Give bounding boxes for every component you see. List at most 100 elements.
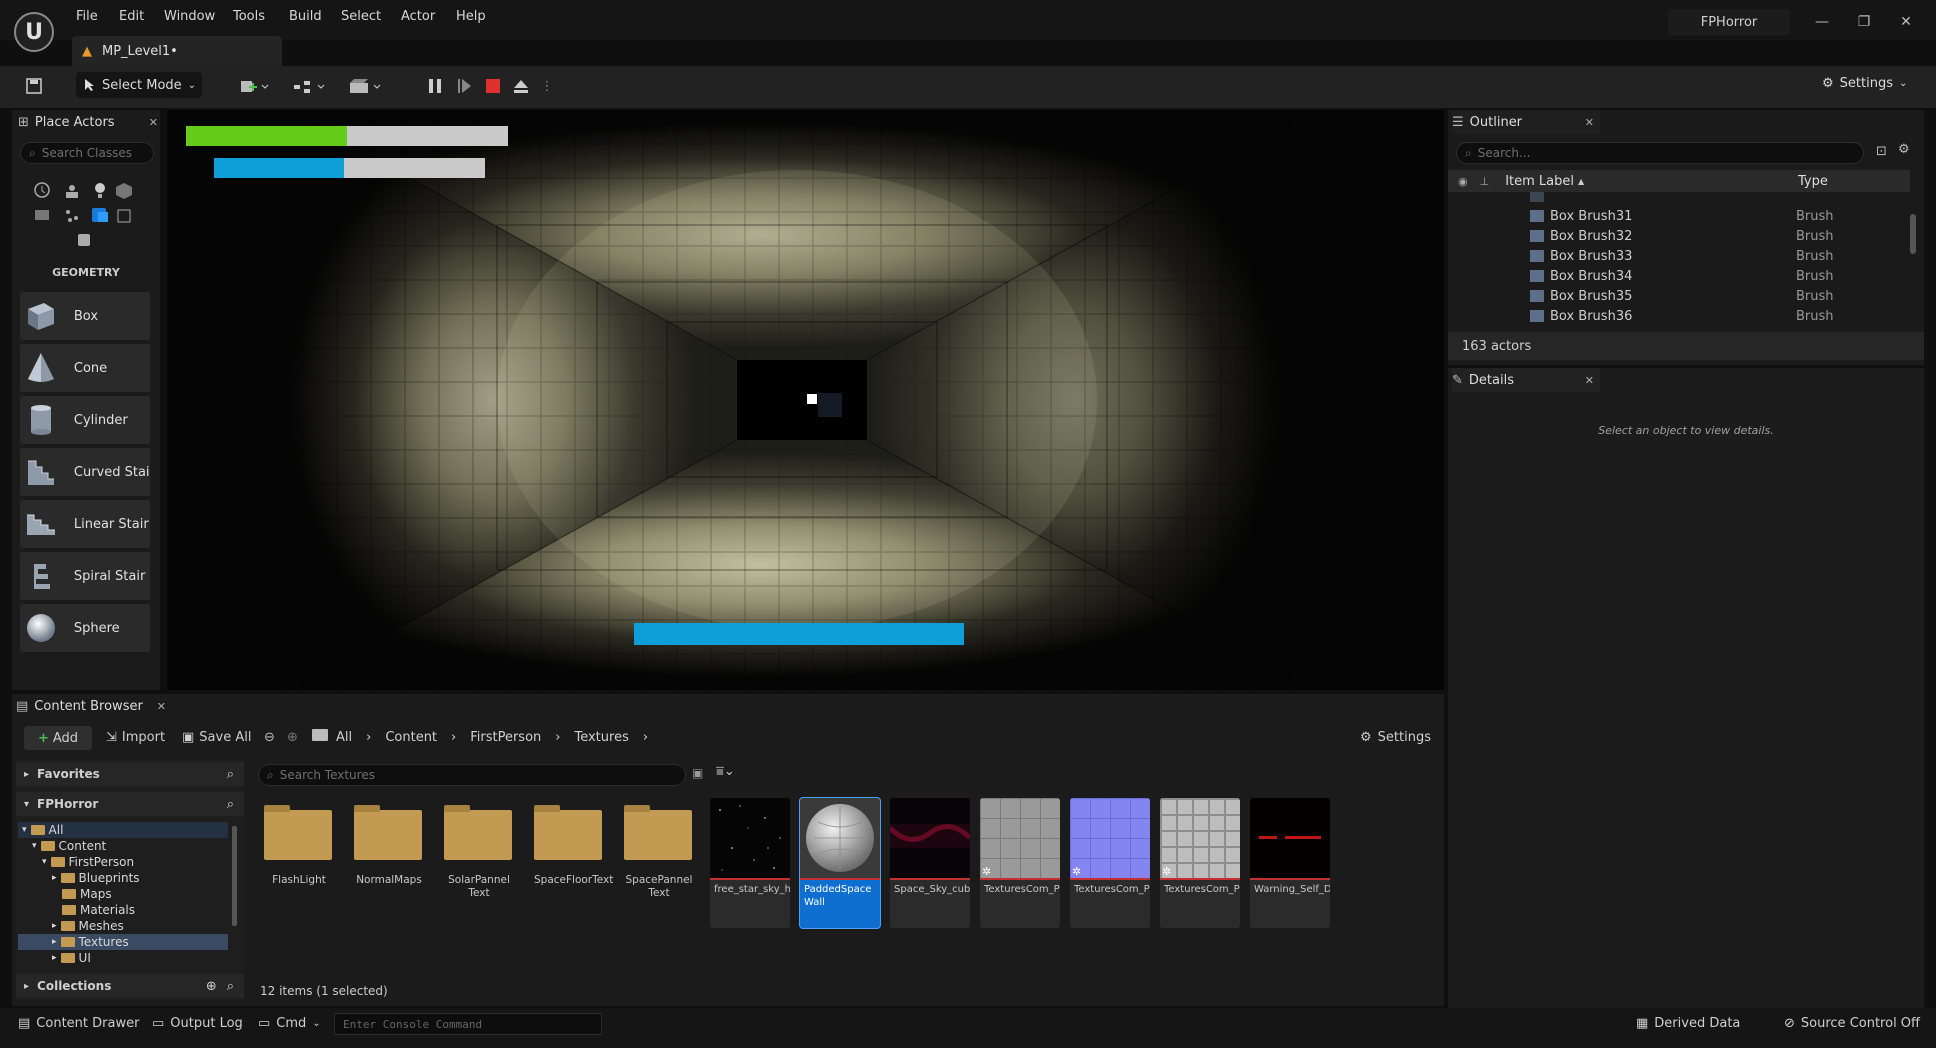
menu-select[interactable]: Select bbox=[341, 9, 381, 31]
table-row[interactable]: Box Brush35 Brush bbox=[1448, 286, 1908, 306]
tree-firstperson[interactable]: ▾ FirstPerson bbox=[18, 854, 228, 870]
table-row[interactable]: Box Brush31 Brush bbox=[1448, 206, 1908, 226]
menu-file[interactable]: File bbox=[76, 9, 98, 31]
folder-item[interactable]: NormalMaps bbox=[354, 805, 424, 887]
col-item-label[interactable]: Item Label bbox=[1505, 174, 1574, 189]
breadcrumb-content[interactable]: Content bbox=[385, 730, 437, 745]
details-tab[interactable]: ✎ Details ✕ bbox=[1452, 368, 1600, 392]
menu-edit[interactable]: Edit bbox=[119, 9, 144, 31]
actor-box[interactable]: Box bbox=[20, 292, 150, 340]
asset-tile[interactable]: ✲ TexturesCom_Plastic_Padded_1K_normal bbox=[1070, 798, 1150, 928]
content-browser-tab[interactable]: ▤ Content Browser ✕ bbox=[16, 694, 166, 718]
menu-window[interactable]: Window bbox=[164, 9, 215, 31]
add-folder-icon[interactable]: ⊡ bbox=[1876, 144, 1887, 159]
source-control-button[interactable]: ⊘ Source Control Off bbox=[1784, 1016, 1920, 1031]
stop-icon[interactable] bbox=[480, 72, 506, 100]
breadcrumb-textures[interactable]: Textures bbox=[574, 730, 628, 745]
tree-blueprints[interactable]: ▸ Blueprints bbox=[18, 870, 228, 886]
select-mode-dropdown[interactable]: Select Mode ⌄ bbox=[76, 72, 202, 98]
step-frame-icon[interactable] bbox=[452, 72, 478, 100]
table-row[interactable]: Box Brush34 Brush bbox=[1448, 266, 1908, 286]
cinematics-icon[interactable] bbox=[346, 72, 386, 100]
add-button[interactable]: + Add bbox=[24, 726, 92, 750]
close-icon[interactable]: ✕ bbox=[149, 116, 158, 129]
save-icon[interactable] bbox=[22, 72, 46, 100]
pin-icon[interactable]: ⊥ bbox=[1480, 175, 1490, 188]
tree-content[interactable]: ▾ Content bbox=[18, 838, 228, 854]
folder-item[interactable]: FlashLight bbox=[264, 805, 334, 887]
more-options-icon[interactable]: ⋮ bbox=[540, 72, 554, 100]
tree-ui[interactable]: ▸ UI bbox=[18, 950, 228, 966]
place-actors-tab[interactable]: ⊞ Place Actors ✕ bbox=[18, 110, 158, 134]
folder-item[interactable]: SolarPannel Text bbox=[444, 805, 514, 900]
menu-help[interactable]: Help bbox=[456, 9, 486, 31]
menu-build[interactable]: Build bbox=[289, 9, 322, 31]
forward-icon[interactable]: ⊕ bbox=[287, 730, 298, 745]
derived-data-button[interactable]: ▦ Derived Data bbox=[1636, 1016, 1740, 1031]
asset-tile[interactable]: ✲ TexturesCom_Plastic_Padded_1K_... bbox=[1160, 798, 1240, 928]
close-icon[interactable]: ✕ bbox=[157, 700, 166, 713]
visibility-icon[interactable]: ◉ bbox=[1458, 175, 1468, 188]
tree-materials[interactable]: Materials bbox=[18, 902, 228, 918]
output-log-button[interactable]: ▭ Output Log bbox=[152, 1016, 243, 1031]
search-textures-input[interactable]: ⌕ Search Textures bbox=[258, 764, 686, 786]
eject-icon[interactable] bbox=[508, 72, 534, 100]
console-input[interactable]: Enter Console Command bbox=[334, 1013, 602, 1035]
cmd-dropdown[interactable]: ▭ Cmd ⌄ bbox=[258, 1016, 321, 1031]
search-classes-input[interactable]: ⌕ Search Classes bbox=[20, 142, 154, 164]
restore-button[interactable]: ❐ bbox=[1850, 10, 1878, 34]
minimize-button[interactable]: — bbox=[1808, 10, 1836, 34]
toolbar-settings-button[interactable]: ⚙ Settings ⌄ bbox=[1822, 76, 1907, 91]
outliner-tab[interactable]: ☰ Outliner ✕ bbox=[1452, 110, 1600, 134]
table-row[interactable]: Box Brush36 Brush bbox=[1448, 306, 1908, 326]
tree-all[interactable]: ▾ All bbox=[18, 822, 228, 838]
table-row[interactable]: Box Brush32 Brush bbox=[1448, 226, 1908, 246]
content-drawer-button[interactable]: ▤ Content Drawer bbox=[18, 1016, 139, 1031]
table-row[interactable]: Box Brush33 Brush bbox=[1448, 246, 1908, 266]
actor-cone[interactable]: Cone bbox=[20, 344, 150, 392]
close-button[interactable]: ✕ bbox=[1892, 10, 1920, 34]
tree-meshes[interactable]: ▸ Meshes bbox=[18, 918, 228, 934]
menu-tools[interactable]: Tools bbox=[233, 9, 265, 31]
add-actor-icon[interactable] bbox=[236, 72, 272, 100]
breadcrumb-firstperson[interactable]: FirstPerson bbox=[470, 730, 541, 745]
tree-maps[interactable]: Maps bbox=[18, 886, 228, 902]
project-header[interactable]: ▾ FPHorror ⌕ bbox=[16, 792, 244, 816]
actor-linear-stair[interactable]: Linear Stair bbox=[20, 500, 150, 548]
collections-header[interactable]: ▸ Collections ⊕ ⌕ bbox=[16, 974, 244, 998]
tree-textures[interactable]: ▸ Textures bbox=[18, 934, 228, 950]
outliner-search-input[interactable]: ⌕ Search... bbox=[1456, 142, 1864, 164]
asset-tile[interactable]: Space_Sky_cube_map bbox=[890, 798, 970, 928]
actor-sphere[interactable]: Sphere bbox=[20, 604, 150, 652]
asset-tile-selected[interactable]: PaddedSpace Wall bbox=[799, 797, 881, 929]
outliner-scrollbar[interactable] bbox=[1910, 214, 1916, 254]
add-collection-icon[interactable]: ⊕ bbox=[206, 979, 217, 994]
back-icon[interactable]: ⊖ bbox=[264, 730, 275, 745]
asset-tile[interactable]: free_star_sky_hdri_spherical_map_by_... bbox=[710, 798, 790, 928]
filter-icon[interactable]: ⩸⌄ bbox=[716, 764, 735, 779]
content-settings-button[interactable]: ⚙ Settings bbox=[1360, 730, 1431, 745]
blueprint-icon[interactable] bbox=[290, 72, 330, 100]
actor-spiral-stair[interactable]: Spiral Stair bbox=[20, 552, 150, 600]
breadcrumb-all[interactable]: All bbox=[336, 730, 352, 745]
favorites-header[interactable]: ▸ Favorites ⌕ bbox=[16, 762, 244, 786]
tree-scrollbar[interactable] bbox=[232, 826, 237, 926]
folder-item[interactable]: SpaceFloorText bbox=[534, 805, 613, 887]
close-icon[interactable]: ✕ bbox=[1585, 116, 1594, 129]
actor-cylinder[interactable]: Cylinder bbox=[20, 396, 150, 444]
folder-item[interactable]: SpacePannel Text bbox=[624, 805, 694, 900]
unreal-logo-icon[interactable]: U bbox=[14, 12, 54, 52]
level-tab[interactable]: ▲ MP_Level1• bbox=[72, 36, 282, 66]
level-viewport[interactable] bbox=[167, 110, 1444, 690]
col-type[interactable]: Type bbox=[1798, 174, 1910, 189]
pause-icon[interactable] bbox=[422, 72, 448, 100]
save-search-icon[interactable]: ▣ bbox=[692, 766, 703, 780]
close-icon[interactable]: ✕ bbox=[1585, 374, 1594, 387]
search-icon[interactable]: ⌕ bbox=[227, 797, 234, 812]
import-button[interactable]: ⇲ Import bbox=[106, 730, 165, 745]
actor-curved-stair[interactable]: Curved Stair bbox=[20, 448, 150, 496]
gear-icon[interactable]: ⚙ bbox=[1898, 142, 1910, 157]
table-row[interactable] bbox=[1448, 192, 1908, 206]
search-icon[interactable]: ⌕ bbox=[227, 979, 234, 994]
asset-tile[interactable]: ✲ TexturesCom_Plastic_Padded_1K_albedo bbox=[980, 798, 1060, 928]
